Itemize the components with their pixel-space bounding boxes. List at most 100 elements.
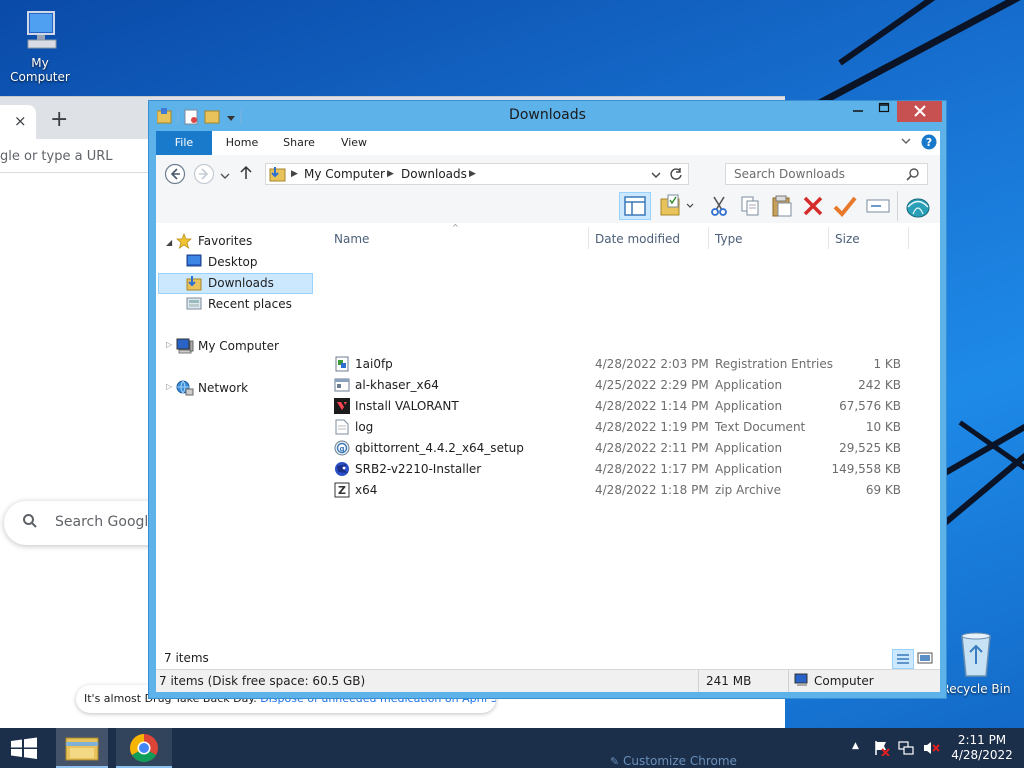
file-size: 69 KB [865,483,901,497]
file-date: 4/28/2022 1:14 PM [595,399,709,413]
items-count: 7 items [164,651,209,665]
close-tab-icon[interactable]: × [14,112,27,130]
breadcrumb-downloads[interactable]: Downloads [401,167,467,181]
file-type: Text Document [715,420,806,434]
file-row[interactable]: SRB2-v2210-Installer 4/28/2022 1:17 PM A… [156,459,940,480]
title-bar[interactable]: Downloads [149,101,946,131]
preview-pane-button[interactable] [619,192,651,220]
properties-folder-icon[interactable] [660,194,694,221]
expand-favorites-icon[interactable]: ◢ [166,238,172,247]
column-separator [708,227,709,249]
zip-file-icon: Z [334,482,350,505]
address-bar[interactable]: ▶ My Computer ▶ Downloads ▶ [265,163,689,185]
taskbar-file-explorer[interactable] [56,728,108,768]
customize-chrome-link[interactable]: ✎ Customize Chrome [610,754,737,768]
up-arrow-icon[interactable] [238,165,254,184]
breadcrumb-my-computer[interactable]: My Computer [304,167,385,181]
file-row[interactable]: 1ai0fp 4/28/2022 2:03 PM Registration En… [156,354,940,375]
file-type: Application [715,462,783,476]
file-type: Application [715,399,783,413]
details-view-icon[interactable] [892,649,914,669]
ribbon-expand-icon[interactable] [900,135,912,150]
file-date: 4/28/2022 2:11 PM [595,441,709,455]
internet-options-icon[interactable] [905,194,931,221]
omnibox[interactable]: gle or type a URL [0,149,113,164]
tab-view[interactable]: View [332,131,376,155]
column-separator [588,227,589,249]
show-hidden-icons[interactable]: ▲ [852,741,859,751]
desktop-icon-recycle-bin[interactable]: Recycle Bin [936,630,1016,696]
column-header-size[interactable]: Size [835,229,860,249]
status-divider [698,670,699,692]
back-icon[interactable] [164,163,186,188]
taskbar-chrome[interactable] [116,728,172,768]
nav-desktop[interactable]: Desktop [208,252,258,273]
file-row[interactable]: log 4/28/2022 1:19 PM Text Document 10 K… [156,417,940,438]
copy-icon[interactable] [739,195,761,220]
volume-muted-icon[interactable] [922,740,940,759]
file-row[interactable]: al-khaser_x64 4/25/2022 2:29 PM Applicat… [156,375,940,396]
file-size: 67,576 KB [839,399,901,413]
folder-icon [65,737,99,761]
file-row[interactable]: Z x64 4/28/2022 1:18 PM zip Archive 69 K… [156,480,940,501]
explorer-window[interactable]: Downloads File Home Share View ? ▶ My Co… [148,100,947,699]
action-center-icon[interactable] [874,740,890,759]
file-name: Install VALORANT [355,399,459,413]
close-button[interactable] [897,101,942,122]
paste-icon[interactable] [770,194,794,221]
rename-icon[interactable] [865,196,891,219]
column-separator [828,227,829,249]
chevron-right-icon: ▶ [387,169,394,179]
google-search-placeholder: Search Googl [55,514,149,530]
search-icon [22,513,38,532]
search-icon[interactable] [906,167,920,184]
large-icons-view-icon[interactable] [916,650,934,669]
pencil-icon: ✎ [610,755,620,768]
clock-date: 4/28/2022 [951,748,1013,762]
tab-home[interactable]: Home [218,131,266,155]
search-input[interactable]: Search Downloads [725,163,928,185]
nav-recent-places[interactable]: Recent places [208,294,292,315]
file-size: 149,558 KB [831,462,901,476]
command-toolbar [156,190,940,223]
tab-file[interactable]: File [156,131,212,155]
clock[interactable]: 2:11 PM 4/28/2022 [950,733,1014,763]
minimize-button[interactable] [845,101,871,122]
column-header-date[interactable]: Date modified [595,229,680,249]
chevron-right-icon: ▶ [469,169,476,179]
recent-locations-icon[interactable] [220,169,230,183]
column-separator [908,227,909,249]
tab-share[interactable]: Share [276,131,322,155]
file-name: x64 [355,483,378,497]
desktop-icon-my-computer[interactable]: My Computer [0,10,80,84]
taskbar: ✎ Customize Chrome ▲ 2:11 PM 4/28/2022 [0,728,1024,768]
forward-icon[interactable] [193,163,215,188]
file-name: log [355,420,374,434]
file-date: 4/25/2022 2:29 PM [595,378,709,392]
file-name: 1ai0fp [355,357,393,371]
computer-icon [794,673,810,690]
window-title: Downloads [509,107,586,123]
column-header-name[interactable]: Name [334,229,369,249]
expand-my-computer-icon[interactable]: ▷ [166,340,172,349]
file-type: zip Archive [715,483,781,497]
sort-ascending-icon: ^ [452,223,459,232]
clock-time: 2:11 PM [957,733,1007,747]
refresh-icon[interactable] [669,167,683,184]
nav-favorites[interactable]: Favorites [198,231,252,252]
file-row[interactable]: Install VALORANT 4/28/2022 1:14 PM Appli… [156,396,940,417]
new-tab-button[interactable]: + [50,107,68,132]
start-button[interactable] [0,728,48,768]
checkmark-icon[interactable] [833,195,857,220]
address-dropdown-icon[interactable] [651,169,661,183]
delete-icon[interactable] [802,195,824,220]
star-icon [175,232,193,252]
nav-downloads[interactable]: Downloads [208,273,274,294]
maximize-button[interactable] [871,101,897,122]
file-row[interactable]: q qbittorrent_4.4.2_x64_setup 4/28/2022 … [156,438,940,459]
help-icon[interactable]: ? [921,134,937,153]
cut-icon[interactable] [708,195,730,220]
column-header-type[interactable]: Type [715,229,743,249]
network-status-icon[interactable] [898,740,914,759]
chrome-tab[interactable]: × [0,105,36,139]
